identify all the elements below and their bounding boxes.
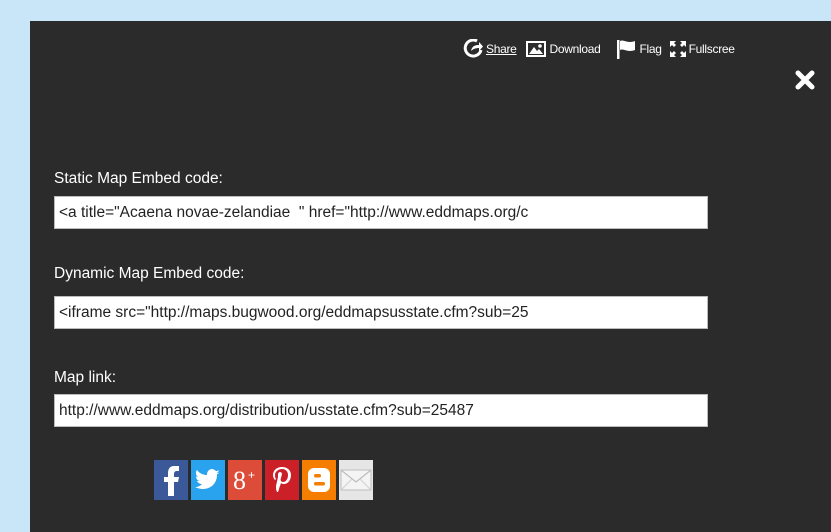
svg-text:+: + <box>248 468 255 482</box>
share-icon <box>462 39 484 59</box>
dynamic-embed-field[interactable] <box>54 296 708 329</box>
toolbar: Share Download Flag Fullscree <box>462 35 735 63</box>
share-label[interactable]: Share <box>486 42 517 56</box>
static-embed-field[interactable] <box>54 196 708 229</box>
flag-label[interactable]: Flag <box>640 42 662 56</box>
map-link-field[interactable] <box>54 394 708 427</box>
facebook-share-button[interactable] <box>154 460 188 500</box>
flag-button[interactable]: Flag <box>615 38 662 60</box>
twitter-share-button[interactable] <box>191 460 225 500</box>
fullscreen-label[interactable]: Fullscree <box>689 42 735 56</box>
google-plus-share-button[interactable]: 8 + <box>228 460 262 500</box>
dynamic-embed-label: Dynamic Map Embed code: <box>54 265 245 282</box>
fullscreen-button[interactable]: Fullscree <box>668 39 735 59</box>
flag-icon <box>615 38 637 60</box>
email-share-button[interactable] <box>339 460 373 500</box>
google-plus-icon: 8 + <box>233 466 255 495</box>
share-button[interactable]: Share <box>462 39 517 59</box>
facebook-icon <box>164 466 179 496</box>
blogger-icon <box>308 468 330 492</box>
static-embed-label: Static Map Embed code: <box>54 170 223 187</box>
blogger-share-button[interactable] <box>302 460 336 500</box>
fullscreen-icon <box>668 39 688 59</box>
image-icon <box>525 39 547 59</box>
share-panel: Share Download Flag Fullscree Static Map… <box>30 21 831 532</box>
email-icon <box>340 469 372 491</box>
download-label[interactable]: Download <box>550 42 601 56</box>
twitter-icon <box>195 469 220 489</box>
svg-text:8: 8 <box>233 466 246 495</box>
pinterest-icon <box>273 467 291 492</box>
pinterest-share-button[interactable] <box>265 460 299 500</box>
close-icon[interactable] <box>794 69 816 96</box>
map-link-label: Map link: <box>54 369 117 386</box>
download-button[interactable]: Download <box>525 39 601 59</box>
social-buttons: 8 + <box>154 460 373 500</box>
